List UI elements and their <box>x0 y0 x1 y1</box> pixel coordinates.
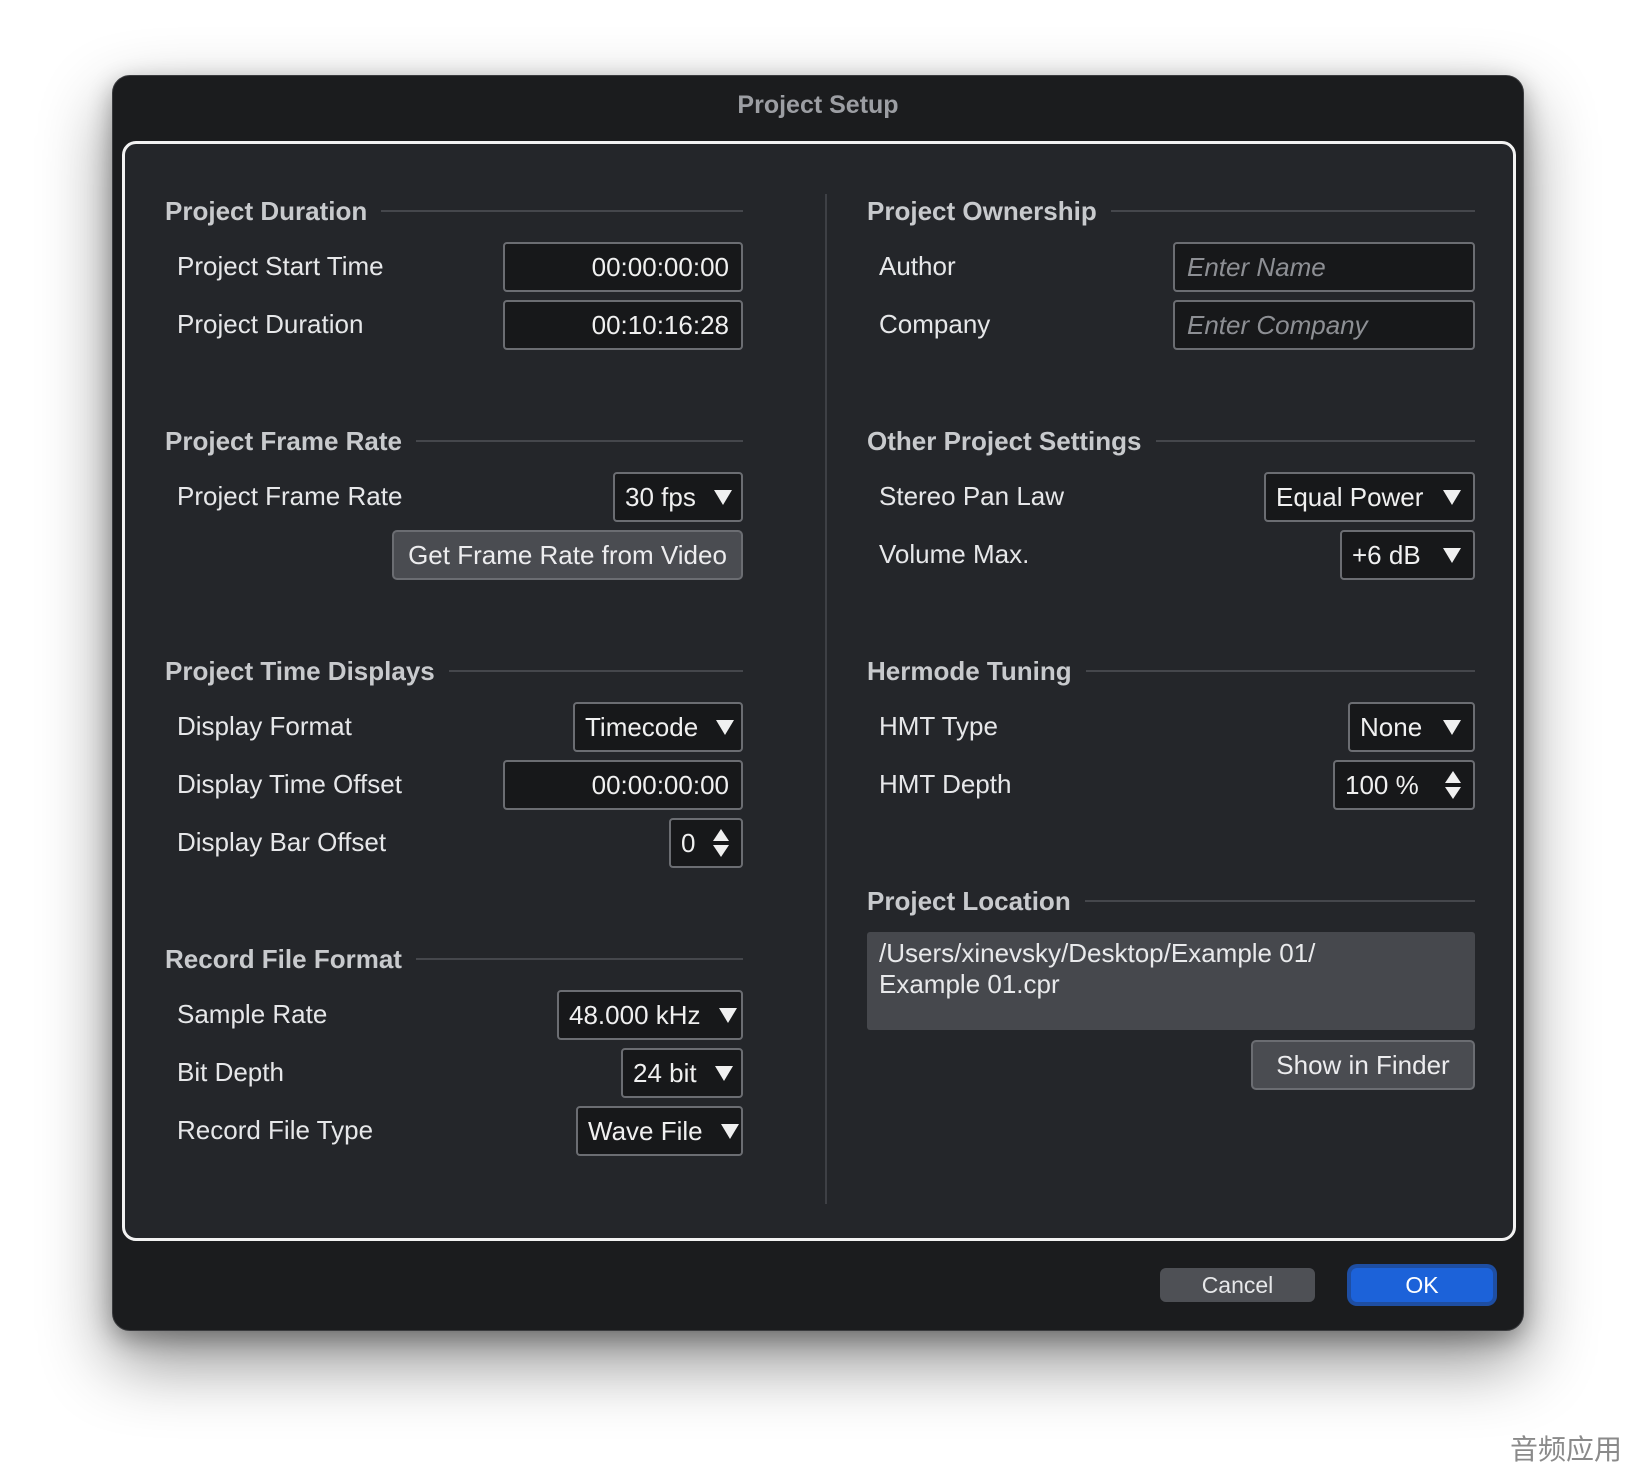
bit-depth-select[interactable]: 24 bit <box>621 1048 743 1098</box>
section-other-project-settings: Other Project Settings <box>867 424 1475 458</box>
project-setup-dialog: Project Setup Project Duration Project S… <box>112 75 1524 1331</box>
bit-depth-label: Bit Depth <box>177 1057 284 1087</box>
dropdown-arrow-icon <box>1443 719 1461 735</box>
cancel-button[interactable]: Cancel <box>1160 1268 1315 1302</box>
hmt-depth-stepper[interactable]: 100 % <box>1333 760 1475 810</box>
section-hermode-tuning: Hermode Tuning <box>867 654 1475 688</box>
hmt-depth-value: 100 % <box>1345 769 1419 800</box>
hmt-type-select[interactable]: None <box>1348 702 1475 752</box>
get-frame-rate-button[interactable]: Get Frame Rate from Video <box>392 530 743 580</box>
decrement-arrow-icon[interactable] <box>1445 787 1461 799</box>
company-field[interactable]: Enter Company <box>1173 300 1475 350</box>
project-start-time-label: Project Start Time <box>177 251 384 281</box>
dropdown-arrow-icon <box>1443 547 1461 563</box>
author-field[interactable]: Enter Name <box>1173 242 1475 292</box>
section-title: Project Time Displays <box>165 655 435 686</box>
section-project-time-displays: Project Time Displays <box>165 654 743 688</box>
column-divider <box>825 194 827 1204</box>
path-line-2: Example 01.cpr <box>879 969 1060 999</box>
display-format-label: Display Format <box>177 711 352 741</box>
volume-max-select[interactable]: +6 dB <box>1340 530 1475 580</box>
dialog-title: Project Setup <box>737 90 899 119</box>
record-file-type-select[interactable]: Wave File <box>576 1106 743 1156</box>
sample-rate-value: 48.000 kHz <box>569 999 701 1030</box>
sample-rate-select[interactable]: 48.000 kHz <box>557 990 743 1040</box>
frame-rate-select[interactable]: 30 fps <box>613 472 743 522</box>
stereo-pan-law-label: Stereo Pan Law <box>879 481 1065 511</box>
settings-panel: Project Duration Project Start Time 00:0… <box>122 141 1516 1241</box>
section-title: Hermode Tuning <box>867 655 1072 686</box>
dropdown-arrow-icon <box>716 719 735 735</box>
record-file-type-label: Record File Type <box>177 1115 374 1145</box>
section-rule <box>415 440 743 442</box>
frame-rate-value: 30 fps <box>625 481 696 512</box>
section-title: Project Ownership <box>867 195 1097 226</box>
project-duration-label: Project Duration <box>177 309 364 339</box>
project-duration-field[interactable]: 00:10:16:28 <box>503 300 743 350</box>
show-in-finder-button[interactable]: Show in Finder <box>1251 1040 1475 1090</box>
section-title: Record File Format <box>165 943 402 974</box>
section-rule <box>1085 670 1475 672</box>
increment-arrow-icon[interactable] <box>713 829 729 841</box>
decrement-arrow-icon[interactable] <box>713 845 729 857</box>
section-title: Other Project Settings <box>867 425 1142 456</box>
display-time-offset-label: Display Time Offset <box>177 769 402 799</box>
hmt-type-value: None <box>1360 711 1423 742</box>
ok-button[interactable]: OK <box>1351 1268 1493 1302</box>
dropdown-arrow-icon <box>718 1007 737 1023</box>
section-title: Project Location <box>867 885 1071 916</box>
section-rule <box>1084 900 1475 902</box>
hmt-type-label: HMT Type <box>879 711 998 741</box>
dropdown-arrow-icon <box>713 489 732 505</box>
bit-depth-value: 24 bit <box>633 1057 697 1088</box>
project-frame-rate-label: Project Frame Rate <box>177 481 403 511</box>
project-location-path: /Users/xinevsky/Desktop/Example 01/ Exam… <box>867 932 1475 1030</box>
bar-offset-value: 0 <box>681 827 696 858</box>
project-start-time-field[interactable]: 00:00:00:00 <box>503 242 743 292</box>
stereo-pan-law-select[interactable]: Equal Power <box>1264 472 1475 522</box>
section-title: Project Duration <box>165 195 368 226</box>
author-label: Author <box>879 251 956 281</box>
section-project-frame-rate: Project Frame Rate <box>165 424 743 458</box>
display-bar-offset-stepper[interactable]: 0 <box>669 818 743 868</box>
dropdown-arrow-icon <box>720 1123 739 1139</box>
sample-rate-label: Sample Rate <box>177 999 328 1029</box>
company-label: Company <box>879 309 991 339</box>
display-bar-offset-label: Display Bar Offset <box>177 827 387 857</box>
section-project-duration: Project Duration <box>165 194 743 228</box>
stepper-arrows-icon[interactable] <box>713 829 729 857</box>
stepper-arrows-icon[interactable] <box>1445 771 1461 799</box>
section-record-file-format: Record File Format <box>165 942 743 976</box>
section-project-location: Project Location <box>867 884 1475 918</box>
dropdown-arrow-icon <box>1443 489 1461 505</box>
watermark-text: 音频应用 <box>1509 1433 1622 1466</box>
section-project-ownership: Project Ownership <box>867 194 1475 228</box>
hmt-depth-label: HMT Depth <box>879 769 1012 799</box>
section-rule <box>448 670 743 672</box>
dropdown-arrow-icon <box>714 1065 733 1081</box>
section-rule <box>381 210 743 212</box>
volume-max-label: Volume Max. <box>879 539 1030 569</box>
record-file-type-value: Wave File <box>588 1115 703 1146</box>
display-format-value: Timecode <box>585 711 699 742</box>
stereo-pan-law-value: Equal Power <box>1276 481 1424 512</box>
section-rule <box>1155 440 1475 442</box>
section-rule <box>1110 210 1475 212</box>
section-title: Project Frame Rate <box>165 425 402 456</box>
display-format-select[interactable]: Timecode <box>573 702 743 752</box>
display-time-offset-field[interactable]: 00:00:00:00 <box>503 760 743 810</box>
increment-arrow-icon[interactable] <box>1445 771 1461 783</box>
volume-max-value: +6 dB <box>1352 539 1421 570</box>
path-line-1: /Users/xinevsky/Desktop/Example 01/ <box>879 938 1316 968</box>
section-rule <box>415 958 743 960</box>
